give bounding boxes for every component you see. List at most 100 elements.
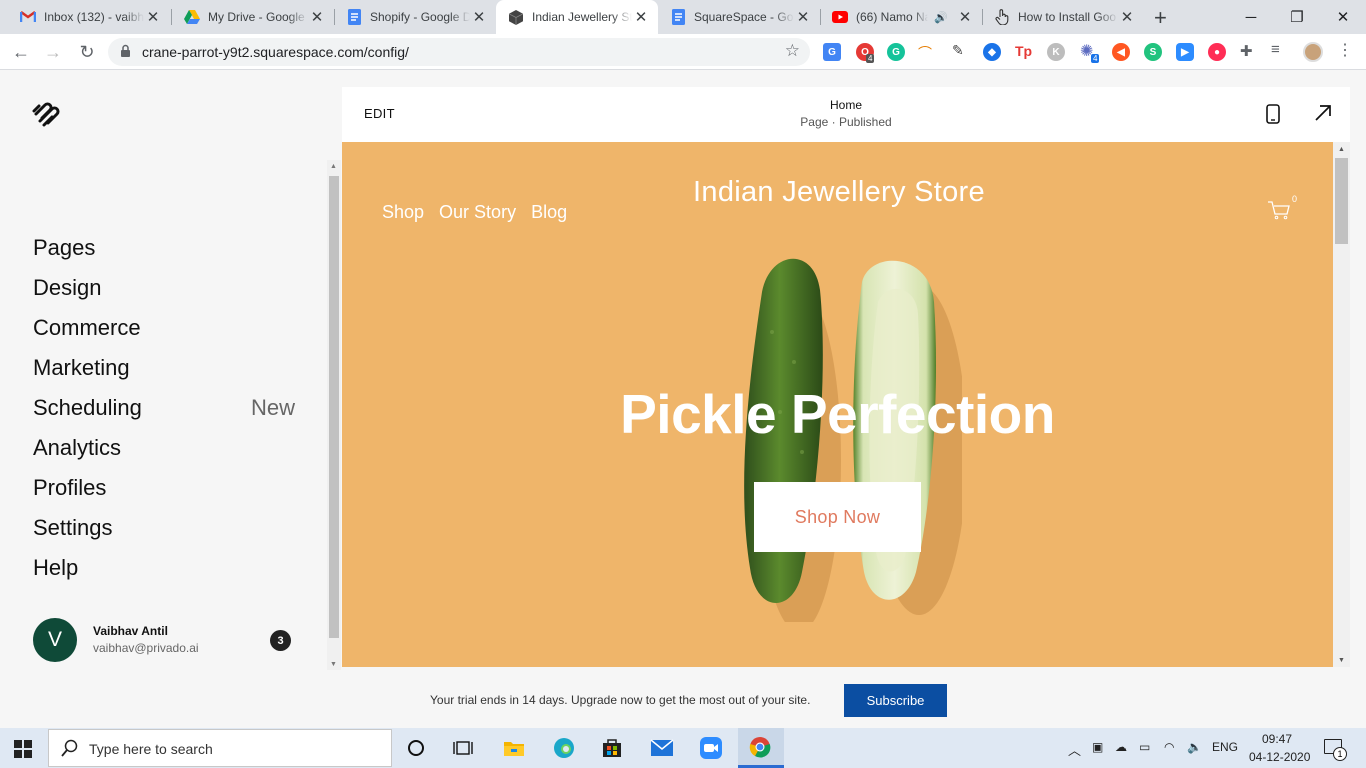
notification-count-badge[interactable]: 3 — [270, 630, 291, 651]
ethereum-extension-icon[interactable]: ◆ — [983, 43, 1001, 61]
site-nav-our-story[interactable]: Our Story — [439, 202, 516, 223]
site-nav-blog[interactable]: Blog — [531, 202, 567, 223]
sidebar-item-scheduling[interactable]: Scheduling New — [33, 388, 295, 428]
preview-header: EDIT Home Page · Published — [342, 87, 1350, 142]
url-text: crane-parrot-y9t2.squarespace.com/config… — [142, 44, 409, 60]
scroll-up-arrow-icon[interactable]: ▲ — [1338, 146, 1345, 153]
close-icon[interactable]: ✕ — [146, 8, 160, 26]
translate-extension-icon[interactable]: G — [823, 43, 841, 61]
taskbar-search-input[interactable]: Type here to search — [48, 729, 392, 767]
sidebar-item-profiles[interactable]: Profiles — [33, 468, 295, 508]
task-view-icon[interactable] — [451, 736, 475, 760]
shop-now-button[interactable]: Shop Now — [754, 482, 921, 552]
tab-title: Inbox (132) - vaibh — [44, 10, 144, 24]
hero-headline[interactable]: Pickle Perfection — [342, 382, 1333, 446]
chrome-menu-icon[interactable]: ⋮ — [1337, 40, 1353, 60]
language-indicator[interactable]: ENG — [1212, 740, 1238, 754]
site-nav-shop[interactable]: Shop — [382, 202, 424, 223]
lock-icon[interactable] — [120, 44, 131, 63]
new-tab-button[interactable]: + — [1154, 5, 1167, 31]
battery-icon[interactable]: ▭ — [1139, 740, 1150, 754]
k-extension-icon[interactable]: K — [1047, 43, 1065, 61]
cortana-icon[interactable] — [404, 736, 428, 760]
chrome-taskbar-button[interactable] — [738, 728, 784, 768]
avatar[interactable]: V — [33, 618, 77, 662]
scrollbar-thumb[interactable] — [329, 176, 339, 638]
edge-icon[interactable] — [552, 736, 576, 760]
close-icon[interactable]: ✕ — [472, 8, 486, 26]
bookmark-star-icon[interactable]: ☆ — [785, 41, 800, 61]
store-icon[interactable] — [600, 736, 624, 760]
sidebar-item-marketing[interactable]: Marketing — [33, 348, 295, 388]
s-extension-icon[interactable]: S — [1144, 43, 1162, 61]
scroll-down-arrow-icon[interactable]: ▼ — [330, 661, 337, 668]
eyedropper-extension-icon[interactable]: ✎ — [952, 42, 964, 59]
address-bar[interactable]: crane-parrot-y9t2.squarespace.com/config… — [108, 38, 810, 66]
close-window-button[interactable]: ✕ — [1320, 0, 1366, 34]
speaker-icon[interactable]: 🔊 — [934, 11, 948, 24]
clock-time[interactable]: 09:47 — [1262, 732, 1292, 746]
user-account[interactable]: V Vaibhav Antil vaibhav@privado.ai 3 — [33, 618, 295, 662]
tab-shopify-doc[interactable]: Shopify - Google D ✕ — [334, 0, 496, 34]
site-title[interactable]: Indian Jewellery Store — [689, 172, 989, 212]
forward-button[interactable]: → — [42, 41, 64, 63]
tab-gmail[interactable]: Inbox (132) - vaibh ✕ — [8, 0, 170, 34]
sidebar-item-analytics[interactable]: Analytics — [33, 428, 295, 468]
media-control-icon[interactable]: ≡ — [1271, 41, 1280, 58]
subscribe-button[interactable]: Subscribe — [844, 684, 947, 717]
tab-youtube[interactable]: (66) Namo Na 🔊 ✕ — [820, 0, 982, 34]
rainbow-extension-icon[interactable]: ⌒ — [918, 43, 932, 63]
wifi-icon[interactable]: ◠ — [1164, 740, 1174, 754]
close-icon[interactable]: ✕ — [958, 8, 972, 26]
onedrive-cloud-icon[interactable]: ☁ — [1115, 740, 1127, 754]
tab-how-to-install[interactable]: How to Install Goo ✕ — [982, 0, 1144, 34]
reload-button[interactable]: ↻ — [76, 41, 98, 63]
tab-indian-jewellery-active[interactable]: Indian Jewellery St ✕ — [496, 0, 658, 34]
mail-icon[interactable] — [650, 736, 674, 760]
windows-start-icon[interactable] — [14, 740, 32, 763]
file-explorer-icon[interactable] — [502, 736, 526, 760]
sidebar-item-label: Design — [33, 275, 102, 300]
close-icon[interactable]: ✕ — [796, 8, 810, 26]
squarespace-logo-icon[interactable] — [32, 101, 62, 134]
sidebar-scrollbar[interactable]: ▲ ▼ — [327, 160, 341, 670]
record-extension-icon[interactable]: ● — [1208, 43, 1226, 61]
volume-icon[interactable]: 🔈 — [1187, 740, 1202, 754]
cart-icon[interactable] — [1267, 200, 1291, 225]
meet-now-icon[interactable]: ▣ — [1092, 740, 1103, 754]
sidebar-item-design[interactable]: Design — [33, 268, 295, 308]
preview-scrollbar[interactable]: ▲ ▼ — [1333, 142, 1350, 667]
zoom-app-icon[interactable] — [699, 736, 723, 760]
sidebar-item-help[interactable]: Help — [33, 548, 295, 588]
show-hidden-icons-chevron-icon[interactable]: ︿ — [1068, 740, 1081, 759]
back-button[interactable]: ← — [10, 41, 32, 63]
docs-icon — [346, 9, 362, 25]
megaphone-extension-icon[interactable]: ◀ — [1112, 43, 1130, 61]
puzzle-icon[interactable]: ✚ — [1240, 42, 1253, 60]
squarespace-cube-icon — [508, 9, 524, 25]
search-icon — [61, 739, 79, 762]
scroll-down-arrow-icon[interactable]: ▼ — [1338, 657, 1345, 664]
close-icon[interactable]: ✕ — [1120, 8, 1134, 26]
close-icon[interactable]: ✕ — [634, 8, 648, 26]
open-site-arrow-icon[interactable] — [1314, 104, 1332, 127]
close-icon[interactable]: ✕ — [310, 8, 324, 26]
minimize-button[interactable]: ─ — [1228, 0, 1274, 34]
scroll-up-arrow-icon[interactable]: ▲ — [330, 163, 337, 170]
scrollbar-thumb[interactable] — [1335, 158, 1348, 244]
tp-extension-icon[interactable]: Tp — [1015, 43, 1032, 59]
mobile-preview-icon[interactable] — [1266, 104, 1280, 129]
grammarly-extension-icon[interactable]: G — [887, 43, 905, 61]
restore-button[interactable]: ❐ — [1274, 0, 1320, 34]
windows-taskbar: Type here to search ︿ ▣ ☁ ▭ ◠ 🔈 ENG 09:4… — [0, 728, 1366, 768]
tab-squarespace-doc[interactable]: SquareSpace - Goo ✕ — [658, 0, 820, 34]
hand-cursor-icon — [994, 9, 1010, 25]
user-name: Vaibhav Antil — [93, 624, 168, 638]
sidebar-item-commerce[interactable]: Commerce — [33, 308, 295, 348]
tab-drive[interactable]: My Drive - Google ✕ — [172, 0, 334, 34]
sidebar-item-settings[interactable]: Settings — [33, 508, 295, 548]
clock-date[interactable]: 04-12-2020 — [1249, 750, 1310, 764]
zoom-extension-icon[interactable]: ▶ — [1176, 43, 1194, 61]
sidebar-item-pages[interactable]: Pages — [33, 228, 295, 268]
profile-avatar[interactable] — [1303, 42, 1323, 62]
